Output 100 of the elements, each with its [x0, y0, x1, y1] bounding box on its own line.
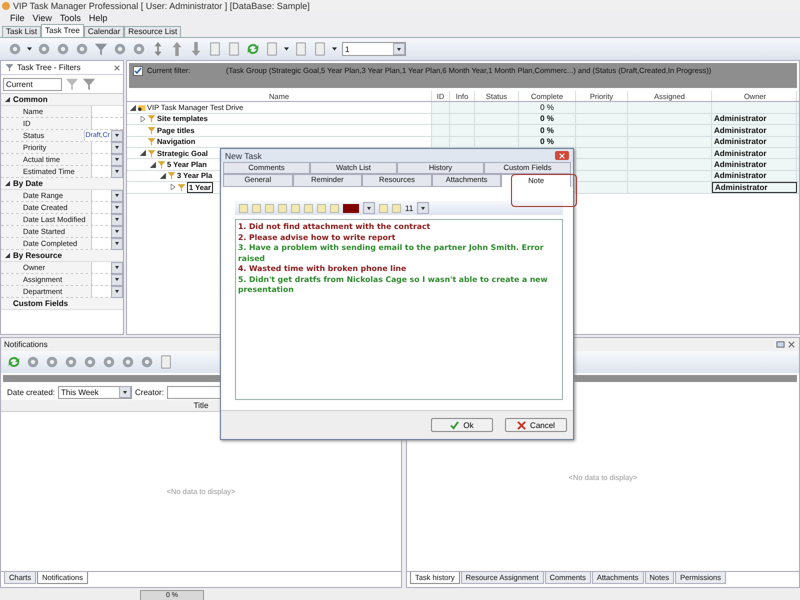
dropdown-button[interactable] [363, 202, 375, 214]
dropdown-button[interactable] [111, 226, 123, 238]
up-arrow-icon[interactable] [170, 42, 184, 56]
menu-item[interactable]: Help [88, 13, 108, 23]
cross-icon [517, 420, 526, 430]
expander-icon[interactable] [130, 104, 136, 111]
note-editor[interactable] [235, 219, 563, 400]
dropdown-button[interactable] [111, 238, 123, 250]
dropdown-button[interactable] [111, 190, 123, 202]
caret-icon[interactable] [27, 47, 32, 51]
complete-cell: 0 % [540, 114, 554, 124]
caret-icon[interactable] [284, 47, 289, 51]
app-icon [2, 2, 10, 10]
page-icon[interactable] [159, 355, 173, 369]
dropdown-button[interactable] [111, 262, 123, 274]
expander-icon[interactable] [170, 184, 176, 190]
dropdown-button[interactable] [111, 286, 123, 298]
view-tab[interactable]: Resource List [124, 26, 182, 37]
owner-cell: Administrator [714, 171, 766, 180]
preset-select[interactable]: Current [3, 78, 62, 90]
view-tab[interactable]: Task Tree [41, 24, 84, 37]
owner-cell: Administrator [714, 137, 766, 146]
pin-icon[interactable] [776, 340, 785, 349]
view-tab[interactable]: Task List [2, 26, 42, 37]
dropdown-button[interactable] [111, 214, 123, 226]
filter-group[interactable]: Common [1, 94, 123, 106]
funnel-icon [5, 63, 14, 72]
complete-cell: 0 % [540, 137, 554, 146]
expander-icon[interactable] [4, 181, 10, 186]
ok-button[interactable]: Ok [431, 418, 493, 432]
gear-icon[interactable] [83, 355, 97, 369]
gear-icon[interactable] [113, 42, 127, 56]
expander-icon[interactable] [140, 150, 146, 156]
date-select[interactable]: This Week [58, 386, 132, 398]
check-icon [450, 420, 460, 430]
panel-title: Notifications [4, 340, 48, 349]
color-swatch[interactable] [343, 204, 359, 212]
panel-title: Task Tree - Filters [17, 63, 81, 72]
gear-icon[interactable] [8, 42, 22, 56]
down-arrow-icon[interactable] [189, 42, 203, 56]
complete-cell: 0 % [540, 126, 554, 135]
page-icon[interactable] [227, 42, 241, 56]
gear-icon[interactable] [64, 355, 78, 369]
dropdown-button[interactable] [111, 142, 123, 154]
owner-cell: Administrator [714, 114, 766, 124]
checkbox[interactable] [133, 66, 143, 76]
funnel-icon[interactable] [65, 77, 79, 91]
filter-group[interactable]: By Date [1, 178, 123, 190]
field-label: Creator: [135, 388, 164, 396]
gear-icon[interactable] [37, 42, 51, 56]
page-field[interactable]: 1 [342, 42, 406, 56]
funnel-icon[interactable] [94, 42, 108, 56]
filter-group[interactable]: By Resource [1, 250, 123, 262]
dropdown-button[interactable] [111, 154, 123, 166]
filter-group[interactable]: Custom Fields [1, 298, 123, 310]
page-icon[interactable] [208, 42, 222, 56]
highlight-frame [511, 174, 577, 207]
owner-cell: Administrator [714, 126, 766, 135]
dropdown-button[interactable] [111, 166, 123, 178]
font-size-field[interactable]: 11 [405, 204, 414, 212]
gear-icon[interactable] [26, 355, 40, 369]
close-icon[interactable] [787, 340, 796, 349]
close-icon [559, 152, 565, 158]
gear-icon[interactable] [56, 42, 70, 56]
dropdown-button[interactable] [119, 386, 132, 398]
gear-icon[interactable] [121, 355, 135, 369]
gear-icon[interactable] [102, 355, 116, 369]
expander-icon[interactable] [160, 172, 166, 179]
gear-icon[interactable] [75, 42, 89, 56]
menu-item[interactable]: File [10, 13, 25, 23]
refresh-icon[interactable] [246, 42, 260, 56]
funnel-icon[interactable] [82, 77, 96, 91]
page-icon[interactable] [313, 42, 327, 56]
close-icon[interactable] [114, 64, 120, 70]
refresh-icon[interactable] [7, 355, 21, 369]
expander-icon[interactable] [140, 116, 146, 122]
page-icon[interactable] [265, 42, 279, 56]
dropdown-button[interactable] [111, 274, 123, 286]
folder-icon [137, 103, 146, 112]
view-tab[interactable]: Calendar [84, 26, 124, 37]
cancel-button[interactable]: Cancel [505, 418, 567, 432]
caret-icon[interactable] [332, 47, 337, 51]
dropdown-button[interactable] [111, 130, 123, 142]
menu-item[interactable]: View [32, 13, 52, 23]
gear-icon[interactable] [132, 42, 146, 56]
expander-icon[interactable] [4, 97, 10, 102]
dropdown-button[interactable] [417, 202, 430, 214]
owner-cell: Administrator [715, 182, 768, 192]
field-label: Date created: [7, 388, 56, 396]
dropdown-button[interactable] [111, 202, 123, 214]
expander-icon[interactable] [150, 162, 156, 168]
column-header[interactable]: Title [194, 401, 208, 410]
expander-icon[interactable] [4, 253, 10, 258]
page-icon[interactable] [294, 42, 308, 56]
menu-item[interactable]: Tools [60, 13, 81, 23]
gear-icon[interactable] [45, 355, 59, 369]
close-button[interactable] [555, 151, 569, 160]
dropdown-button[interactable] [393, 43, 405, 55]
window-title: VIP Task Manager Professional [ User: Administrator ] [DataBase: Sample] [13, 0, 310, 10]
gear-icon[interactable] [140, 355, 154, 369]
